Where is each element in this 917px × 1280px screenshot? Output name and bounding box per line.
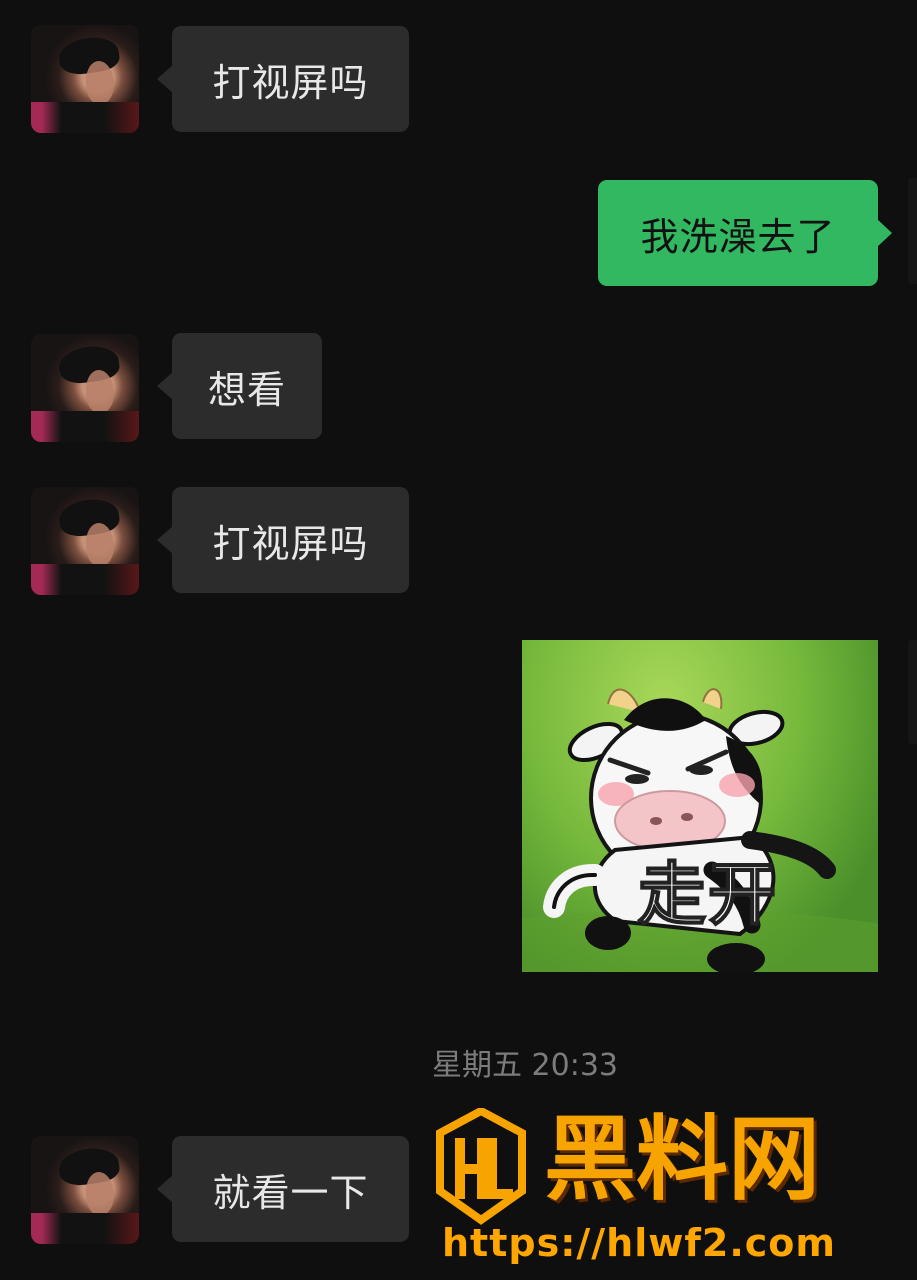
avatar-face-shape [86,370,114,413]
outgoing-message-bubble[interactable]: 我洗澡去了 [598,180,892,286]
avatar-face-shape [86,523,114,566]
contact-avatar[interactable] [31,25,139,133]
avatar-face-shape [86,1172,114,1215]
avatar-face-shape [86,61,114,104]
incoming-message-bubble[interactable]: 就看一下 [157,1136,409,1242]
avatar-shirt-shape [31,102,139,133]
message-timestamp: 星期五 20:33 [432,1048,618,1083]
avatar-shirt-shape [31,1213,139,1244]
hl-logo-icon [436,1108,526,1225]
incoming-message-bubble[interactable]: 打视屏吗 [157,487,409,593]
contact-avatar[interactable] [31,1136,139,1244]
avatar-shirt-shape [31,411,139,442]
site-watermark: 黑料网 https://hlwf2.com [434,1106,904,1268]
contact-avatar[interactable] [31,334,139,442]
contact-avatar[interactable] [31,487,139,595]
cow-sticker-message[interactable]: 走开 [522,640,878,972]
own-avatar-edge[interactable] [908,640,917,744]
watermark-site-name: 黑料网 [544,1106,821,1213]
own-avatar-edge[interactable] [908,178,917,284]
incoming-message-bubble[interactable]: 想看 [157,333,322,439]
sticker-caption: 走开 [637,856,779,935]
avatar-shirt-shape [31,564,139,595]
incoming-message-bubble[interactable]: 打视屏吗 [157,26,409,132]
watermark-url: https://hlwf2.com [442,1221,836,1265]
